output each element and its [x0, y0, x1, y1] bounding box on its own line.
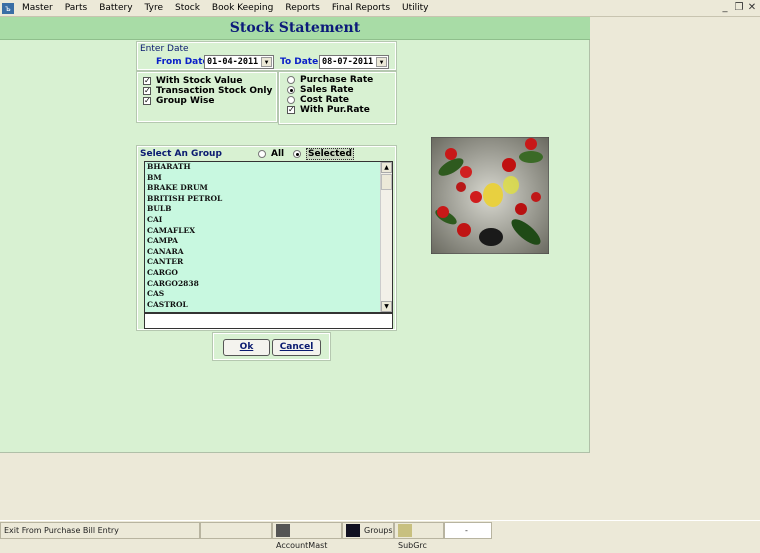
groups-icon: [346, 524, 360, 537]
list-item[interactable]: CAMPA: [145, 236, 392, 247]
list-item[interactable]: CANTER: [145, 257, 392, 268]
rate-group: Purchase Rate Sales Rate Cost Rate ✓ With…: [278, 71, 397, 125]
menu-final-reports[interactable]: Final Reports: [332, 3, 390, 13]
list-item[interactable]: CARGO2838: [145, 279, 392, 290]
list-item[interactable]: CAMAFLEX: [145, 226, 392, 237]
list-item[interactable]: CASTROL: [145, 300, 392, 311]
close-icon[interactable]: ✕: [745, 2, 759, 13]
group-list[interactable]: BHARATH BM BRAKE DRUM BRITISH PETROL BULB CAI…: [144, 161, 393, 313]
scroll-up-icon[interactable]: ▲: [381, 162, 392, 173]
app-icon[interactable]: ъ: [2, 2, 14, 14]
from-date-select[interactable]: 01-04-2011 ▼: [204, 55, 274, 69]
scroll-thumb[interactable]: [381, 174, 392, 190]
chevron-down-icon[interactable]: ▼: [376, 57, 387, 67]
checkbox-checked-icon: ✓: [143, 75, 151, 85]
all-radio[interactable]: All: [258, 149, 284, 159]
purchase-rate-label: Purchase Rate: [300, 75, 374, 85]
minimize-icon[interactable]: _: [718, 2, 732, 13]
cost-rate-label: Cost Rate: [300, 95, 349, 105]
selected-radio[interactable]: Selected: [293, 148, 354, 160]
group-wise-label: Group Wise: [156, 96, 215, 106]
menu-parts[interactable]: Parts: [65, 3, 87, 13]
radio-icon: [287, 75, 295, 84]
button-panel: Ok Cancel: [212, 332, 331, 361]
to-date-value: 08-07-2011: [322, 57, 374, 67]
transaction-stock-only-label: Transaction Stock Only: [156, 86, 273, 96]
form-title: Stock Statement: [0, 17, 590, 40]
menu-reports[interactable]: Reports: [285, 3, 320, 13]
menu-stock[interactable]: Stock: [175, 3, 200, 13]
date-group: Enter Date From Date 01-04-2011 ▼ To Date…: [136, 41, 397, 71]
list-item[interactable]: BRITISH PETROL: [145, 194, 392, 205]
with-pur-rate-checkbox[interactable]: ✓ With Pur.Rate: [287, 105, 395, 115]
roses-picture: [431, 137, 549, 254]
transaction-stock-only-checkbox[interactable]: ✓ Transaction Stock Only: [143, 86, 276, 96]
list-scrollbar[interactable]: ▲ ▼: [380, 162, 392, 312]
group-select-panel: Select An Group All Selected BHARATH BM BR…: [136, 145, 397, 331]
with-stock-value-checkbox[interactable]: ✓ With Stock Value: [143, 76, 276, 86]
checkbox-checked-icon: ✓: [287, 104, 295, 114]
list-item[interactable]: BULB: [145, 204, 392, 215]
list-item[interactable]: BRAKE DRUM: [145, 183, 392, 194]
purchase-rate-radio[interactable]: Purchase Rate: [287, 75, 395, 85]
with-pur-rate-label: With Pur.Rate: [300, 105, 370, 115]
sales-rate-label: Sales Rate: [300, 85, 354, 95]
group-heading: Select An Group: [140, 149, 222, 159]
menu-utility[interactable]: Utility: [402, 3, 428, 13]
to-date-label: To Date: [280, 57, 319, 67]
from-date-label: From Date: [156, 57, 209, 67]
status-groups[interactable]: Groups: [342, 522, 394, 539]
with-stock-value-label: With Stock Value: [156, 76, 243, 86]
account-icon: [276, 524, 290, 537]
from-date-value: 01-04-2011: [207, 57, 259, 67]
date-heading: Enter Date: [140, 44, 189, 54]
chevron-down-icon[interactable]: ▼: [261, 57, 272, 67]
subgrc-label: SubGrc: [398, 541, 427, 550]
radio-selected-icon: [287, 85, 295, 94]
all-label: All: [271, 149, 285, 159]
radio-icon: [287, 95, 295, 104]
menu-battery[interactable]: Battery: [99, 3, 132, 13]
to-date-select[interactable]: 08-07-2011 ▼: [319, 55, 389, 69]
groups-label: Groups: [364, 526, 393, 535]
group-wise-checkbox[interactable]: ✓ Group Wise: [143, 96, 276, 106]
list-item[interactable]: CAI: [145, 215, 392, 226]
cancel-button[interactable]: Cancel: [272, 339, 321, 356]
checkbox-checked-icon: ✓: [143, 85, 151, 95]
status-panel-empty: [200, 522, 272, 539]
status-subgrc[interactable]: SubGrc: [394, 522, 444, 550]
scroll-down-icon[interactable]: ▼: [381, 301, 392, 312]
sales-rate-radio[interactable]: Sales Rate: [287, 85, 395, 95]
status-accountmast[interactable]: AccountMast: [272, 522, 342, 550]
restore-icon[interactable]: ❐: [732, 2, 746, 13]
status-message: Exit From Purchase Bill Entry: [0, 522, 200, 539]
radio-selected-icon: [293, 149, 301, 158]
status-bar: Exit From Purchase Bill Entry AccountMas…: [0, 520, 760, 550]
menu-book-keeping[interactable]: Book Keeping: [212, 3, 273, 13]
list-item[interactable]: CARGO: [145, 268, 392, 279]
list-item[interactable]: CAS: [145, 289, 392, 300]
menu-bar: ъ Master Parts Battery Tyre Stock Book K…: [0, 0, 760, 17]
list-item[interactable]: CANARA: [145, 247, 392, 258]
stock-statement-form: Stock Statement Enter Date From Date 01-…: [0, 17, 590, 453]
accountmast-label: AccountMast: [276, 541, 328, 550]
checkbox-checked-icon: ✓: [143, 95, 151, 105]
menu-master[interactable]: Master: [22, 3, 53, 13]
selected-label: Selected: [306, 148, 354, 160]
group-search-input[interactable]: [144, 313, 393, 329]
options-group: ✓ With Stock Value ✓ Transaction Stock Onl…: [136, 71, 278, 123]
radio-icon: [258, 149, 266, 158]
list-item[interactable]: BHARATH: [145, 162, 392, 173]
status-extra: -: [444, 522, 492, 539]
cost-rate-radio[interactable]: Cost Rate: [287, 95, 395, 105]
list-item[interactable]: BM: [145, 173, 392, 184]
menu-tyre[interactable]: Tyre: [145, 3, 163, 13]
ok-button[interactable]: Ok: [223, 339, 270, 356]
subgroup-icon: [398, 524, 412, 537]
